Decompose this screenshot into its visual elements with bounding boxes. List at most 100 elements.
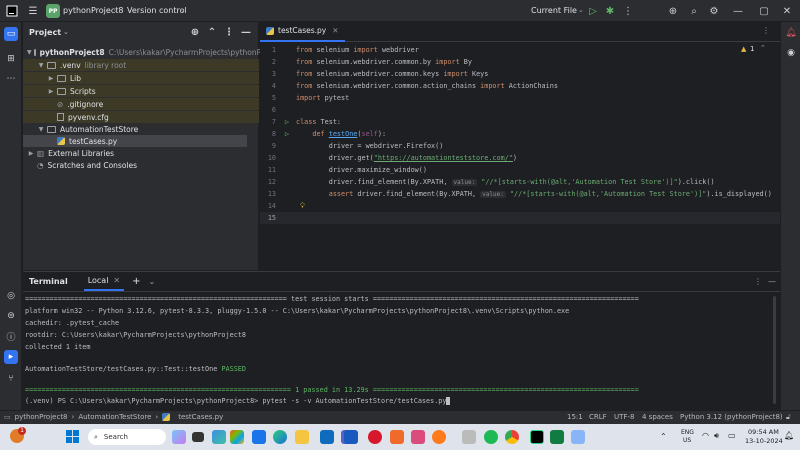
- code-line[interactable]: 2 from selenium.webdriver.common.by impo…: [260, 56, 780, 68]
- chevron-down-icon[interactable]: ⌄: [180, 6, 186, 14]
- tree-item-gitignore[interactable]: ⊘ .gitignore: [23, 98, 259, 110]
- brave-icon[interactable]: [390, 430, 404, 444]
- project-folder-icon[interactable]: ▭: [4, 27, 18, 41]
- indent-setting[interactable]: 4 spaces: [642, 413, 673, 421]
- run-gutter-icon[interactable]: ▷: [280, 130, 294, 138]
- tree-item-scratches[interactable]: ◔ Scratches and Consoles: [23, 159, 259, 171]
- code-line[interactable]: 11 driver.maximize_window(): [260, 164, 780, 176]
- breadcrumb-item[interactable]: testCases.py: [178, 413, 223, 421]
- python-console-icon[interactable]: ⊜: [4, 309, 18, 323]
- tree-item-testcases[interactable]: testCases.py: [23, 135, 247, 147]
- chevron-right-icon[interactable]: ▶: [47, 75, 55, 82]
- store-icon[interactable]: [252, 430, 266, 444]
- photos-icon[interactable]: [411, 430, 425, 444]
- terminal-prompt[interactable]: (.venv) PS C:\Users\kakar\PycharmProject…: [25, 395, 451, 406]
- battery-icon[interactable]: ▭: [728, 431, 736, 440]
- terminal-icon[interactable]: ▸: [4, 350, 18, 364]
- lang-primary[interactable]: ENG: [681, 429, 694, 436]
- line-separator[interactable]: CRLF: [589, 413, 607, 421]
- code-line[interactable]: 4 from selenium.webdriver.common.action_…: [260, 80, 780, 92]
- chevron-up-icon[interactable]: ⌃: [660, 432, 667, 441]
- file-encoding[interactable]: UTF-8: [614, 413, 634, 421]
- more-icon[interactable]: ⋮: [621, 4, 635, 18]
- editor-more-icon[interactable]: ⋮: [762, 26, 770, 35]
- app-icon[interactable]: [462, 430, 476, 444]
- locate-icon[interactable]: ⊕: [188, 25, 202, 39]
- tree-item-venv[interactable]: ▼ .venv library root: [23, 59, 259, 71]
- tree-item-automationteststore[interactable]: ▼ AutomationTestStore: [23, 123, 259, 135]
- clock-date[interactable]: 13-10-2024: [745, 437, 783, 445]
- chevron-down-icon[interactable]: ▼: [37, 62, 45, 69]
- structure-icon[interactable]: ⊞: [4, 52, 18, 66]
- more-icon[interactable]: ⋮: [222, 25, 236, 39]
- search-icon[interactable]: ⌕: [687, 4, 701, 18]
- settings-gear-icon[interactable]: ⚙: [707, 4, 721, 18]
- run-icon[interactable]: ▷: [586, 4, 600, 18]
- tree-item-scripts[interactable]: ▶ Scripts: [23, 85, 259, 97]
- hide-icon[interactable]: —: [239, 25, 253, 39]
- chevron-down-icon[interactable]: ⌄: [63, 28, 69, 36]
- python-interpreter[interactable]: Python 3.12 (pythonProject8): [680, 413, 783, 421]
- code-line[interactable]: 9 driver = webdriver.Firefox(): [260, 140, 780, 152]
- widgets-icon[interactable]: [212, 430, 226, 444]
- notepad-icon[interactable]: [571, 430, 585, 444]
- edge-icon[interactable]: [273, 430, 287, 444]
- pycharm-icon[interactable]: [530, 430, 544, 444]
- taskbar-search[interactable]: ⌕ Search: [88, 429, 166, 445]
- chevron-down-icon[interactable]: ▼: [27, 49, 32, 56]
- windows-start-icon[interactable]: [66, 430, 79, 443]
- close-tab-icon[interactable]: ✕: [113, 276, 120, 285]
- file-explorer-icon[interactable]: [295, 430, 309, 444]
- terminal-title[interactable]: Terminal: [29, 277, 68, 286]
- code-line[interactable]: 3 from selenium.webdriver.common.keys im…: [260, 68, 780, 80]
- task-view-icon[interactable]: [192, 432, 204, 442]
- version-control[interactable]: Version control: [127, 6, 187, 15]
- lightbulb-icon[interactable]: 💡︎: [300, 202, 305, 211]
- chevron-right-icon[interactable]: ▶: [47, 88, 55, 95]
- lang-secondary[interactable]: US: [683, 437, 691, 444]
- tree-item-root[interactable]: ▼ pythonProject8 C:\Users\kakar\PycharmP…: [23, 46, 287, 58]
- code-line-current[interactable]: 15: [260, 212, 780, 224]
- excel-icon[interactable]: [550, 430, 564, 444]
- debug-icon[interactable]: ✱: [603, 4, 617, 18]
- tree-item-external-libraries[interactable]: ▶ ▥ External Libraries: [23, 147, 259, 159]
- tree-item-pyvenv[interactable]: pyvenv.cfg: [23, 111, 259, 123]
- code-line[interactable]: 1 from selenium import webdriver: [260, 44, 780, 56]
- chrome-icon[interactable]: [505, 430, 519, 444]
- code-line[interactable]: 6: [260, 104, 780, 116]
- breadcrumb-item[interactable]: AutomationTestStore: [78, 413, 151, 421]
- clock-time[interactable]: 09:54 AM: [748, 428, 779, 436]
- code-line[interactable]: 7 ▷ class Test:: [260, 116, 780, 128]
- collapse-icon[interactable]: ⌃: [205, 25, 219, 39]
- code-line[interactable]: 10 driver.get("https://automationteststo…: [260, 152, 780, 164]
- wifi-icon[interactable]: ◠: [702, 431, 709, 440]
- outlook-icon[interactable]: [320, 430, 334, 444]
- code-line[interactable]: 14 💡︎: [260, 200, 780, 212]
- more-icon[interactable]: ⋮: [754, 277, 762, 286]
- project-pane-title[interactable]: Project: [29, 28, 61, 37]
- cursor-position[interactable]: 15:1: [567, 413, 583, 421]
- opera-icon[interactable]: [368, 430, 382, 444]
- notifications-bell-icon[interactable]: 🔔︎: [784, 431, 794, 440]
- chevron-down-icon[interactable]: ⌄: [149, 277, 156, 286]
- tree-item-lib[interactable]: ▶ Lib: [23, 72, 259, 84]
- tab-local[interactable]: Local ✕: [83, 272, 125, 291]
- volume-icon[interactable]: 🔊︎: [714, 431, 719, 441]
- code-line[interactable]: 8 ▷ def testOne(self):: [260, 128, 780, 140]
- add-tab-icon[interactable]: +: [132, 276, 140, 287]
- main-menu-icon[interactable]: ☰: [26, 4, 40, 18]
- minimize-icon[interactable]: —: [731, 4, 745, 18]
- run-gutter-icon[interactable]: ▷: [280, 118, 294, 126]
- hide-icon[interactable]: —: [768, 277, 776, 286]
- ai-assistant-icon[interactable]: ◉: [784, 46, 798, 60]
- close-icon[interactable]: ✕: [780, 4, 794, 18]
- word-icon[interactable]: [344, 430, 358, 444]
- tab-testcases[interactable]: testCases.py ✕: [260, 22, 345, 42]
- maximize-icon[interactable]: ▢: [757, 4, 771, 18]
- version-control-icon[interactable]: ⑂: [4, 372, 18, 386]
- code-line[interactable]: 13 assert driver.find_element(By.XPATH, …: [260, 188, 780, 200]
- chevron-down-icon[interactable]: ▼: [37, 126, 45, 133]
- firefox-icon[interactable]: [432, 430, 446, 444]
- notifications-bell-icon[interactable]: 🔔︎: [784, 26, 798, 40]
- add-user-icon[interactable]: ⊕: [666, 4, 680, 18]
